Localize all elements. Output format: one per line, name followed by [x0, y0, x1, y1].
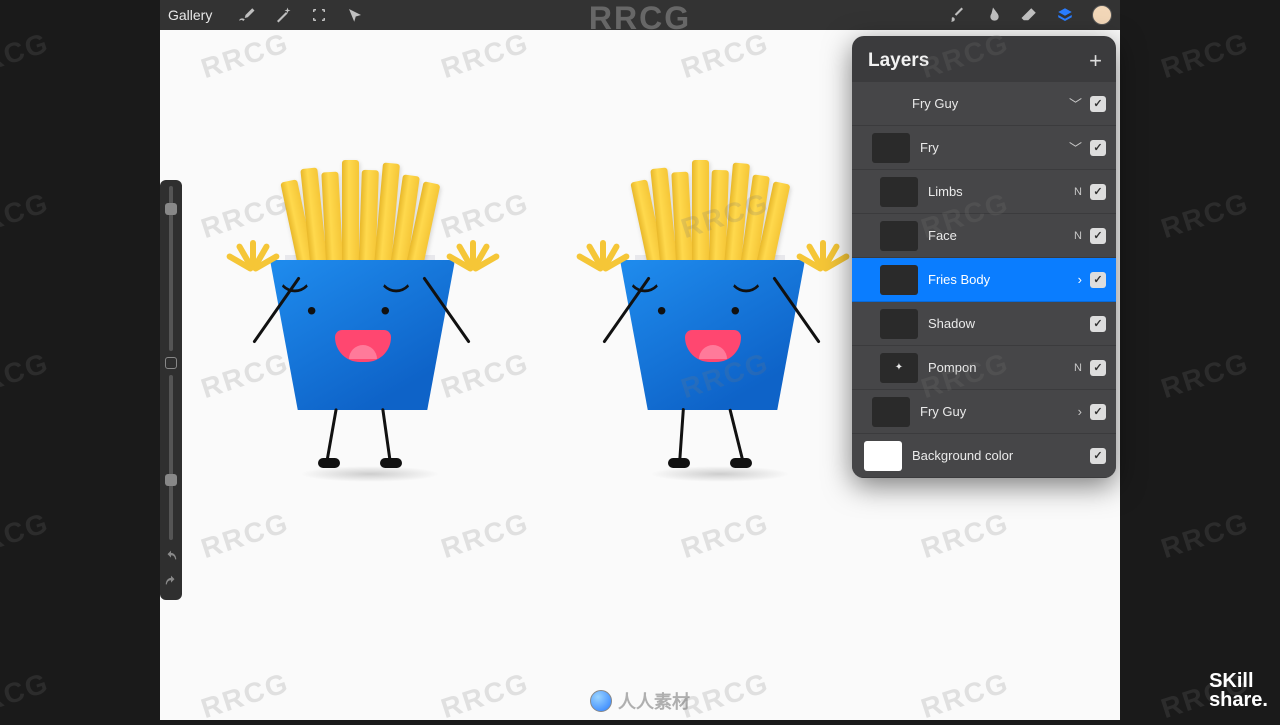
brush-opacity-slider[interactable]	[169, 375, 173, 540]
layer-row[interactable]: Face N ✓	[852, 214, 1116, 258]
brush-icon[interactable]	[948, 6, 966, 24]
layer-thumbnail	[872, 397, 910, 427]
layer-visibility-checkbox[interactable]: ✓	[1090, 360, 1106, 376]
redo-icon[interactable]	[164, 575, 178, 594]
layer-visibility-checkbox[interactable]: ✓	[1090, 316, 1106, 332]
watermark-tile: RRCG	[0, 347, 53, 405]
layer-visibility-checkbox[interactable]: ✓	[1090, 272, 1106, 288]
wand-icon[interactable]	[274, 6, 292, 24]
watermark-tile: RRCG	[0, 27, 53, 85]
gallery-button[interactable]: Gallery	[168, 7, 220, 23]
watermark-tile: RRCG	[1157, 187, 1253, 245]
selection-icon[interactable]	[310, 6, 328, 24]
watermark-tile: RRCG	[1157, 347, 1253, 405]
layer-name: Fry	[920, 140, 1059, 155]
blend-mode-indicator[interactable]: N	[1074, 230, 1082, 242]
watermark-skillshare: SKill share.	[1209, 672, 1268, 710]
layer-row[interactable]: Fries Body › ✓	[852, 258, 1116, 302]
fries-character-1: ︶ ︶ • •	[230, 160, 510, 510]
layer-name: Fries Body	[928, 272, 1068, 287]
watermark-tile: RRCG	[0, 667, 53, 725]
layer-visibility-checkbox[interactable]: ✓	[1090, 448, 1106, 464]
layer-row[interactable]: Fry ﹀ ✓	[852, 126, 1116, 170]
top-toolbar: Gallery	[160, 0, 1120, 30]
chevron-down-icon[interactable]: ﹀	[1069, 138, 1082, 157]
layer-visibility-checkbox[interactable]: ✓	[1090, 96, 1106, 112]
layer-thumbnail: ✦	[880, 353, 918, 383]
layers-list: Fry Guy﹀✓Fry﹀✓LimbsN✓FaceN✓Fries Body›✓S…	[852, 82, 1116, 478]
color-swatch[interactable]	[1092, 5, 1112, 25]
eraser-icon[interactable]	[1020, 6, 1038, 24]
watermark-tile: RRCG	[1157, 27, 1253, 85]
layer-name: Fry Guy	[912, 96, 1059, 111]
layer-name: Background color	[912, 448, 1080, 463]
undo-icon[interactable]	[164, 550, 178, 569]
sidebar-sliders	[160, 180, 182, 600]
layer-name: Fry Guy	[920, 404, 1068, 419]
layer-name: Face	[928, 228, 1064, 243]
app-frame: Gallery	[160, 0, 1120, 720]
layer-row[interactable]: Shadow ✓	[852, 302, 1116, 346]
watermark-tile: RRCG	[1157, 667, 1253, 725]
layers-panel: Layers + Fry Guy﹀✓Fry﹀✓LimbsN✓FaceN✓Frie…	[852, 36, 1116, 478]
layer-visibility-checkbox[interactable]: ✓	[1090, 404, 1106, 420]
layer-row[interactable]: ✦ Pompon N ✓	[852, 346, 1116, 390]
layer-name: Pompon	[928, 360, 1064, 375]
layer-visibility-checkbox[interactable]: ✓	[1090, 228, 1106, 244]
layer-row[interactable]: Fry Guy › ✓	[852, 390, 1116, 434]
wrench-icon[interactable]	[238, 6, 256, 24]
layer-thumbnail	[880, 309, 918, 339]
blend-mode-indicator[interactable]: N	[1074, 186, 1082, 198]
smudge-icon[interactable]	[984, 6, 1002, 24]
layer-name: Shadow	[928, 316, 1080, 331]
brush-size-slider[interactable]	[169, 186, 173, 351]
watermark-tile: RRCG	[1157, 507, 1253, 565]
fries-character-2: ︶ ︶ • •	[580, 160, 860, 510]
watermark-tile: RRCG	[0, 507, 53, 565]
watermark-tile: RRCG	[0, 187, 53, 245]
chevron-right-icon[interactable]: ›	[1078, 272, 1082, 287]
layers-icon[interactable]	[1056, 6, 1074, 24]
layers-title: Layers	[868, 50, 929, 72]
layer-thumbnail	[872, 133, 910, 163]
blend-mode-indicator[interactable]: N	[1074, 362, 1082, 374]
modifier-button[interactable]	[165, 357, 177, 369]
layer-name: Limbs	[928, 184, 1064, 199]
layer-thumbnail	[880, 221, 918, 251]
arrow-icon[interactable]	[346, 6, 364, 24]
layer-thumbnail	[880, 177, 918, 207]
layer-row[interactable]: Fry Guy ﹀ ✓	[852, 82, 1116, 126]
layer-row[interactable]: Background color ✓	[852, 434, 1116, 478]
chevron-right-icon[interactable]: ›	[1078, 404, 1082, 419]
layer-thumbnail	[864, 441, 902, 471]
layer-visibility-checkbox[interactable]: ✓	[1090, 184, 1106, 200]
layer-visibility-checkbox[interactable]: ✓	[1090, 140, 1106, 156]
add-layer-button[interactable]: +	[1089, 50, 1102, 72]
layer-row[interactable]: Limbs N ✓	[852, 170, 1116, 214]
chevron-down-icon[interactable]: ﹀	[1069, 94, 1082, 113]
layer-thumbnail	[880, 265, 918, 295]
